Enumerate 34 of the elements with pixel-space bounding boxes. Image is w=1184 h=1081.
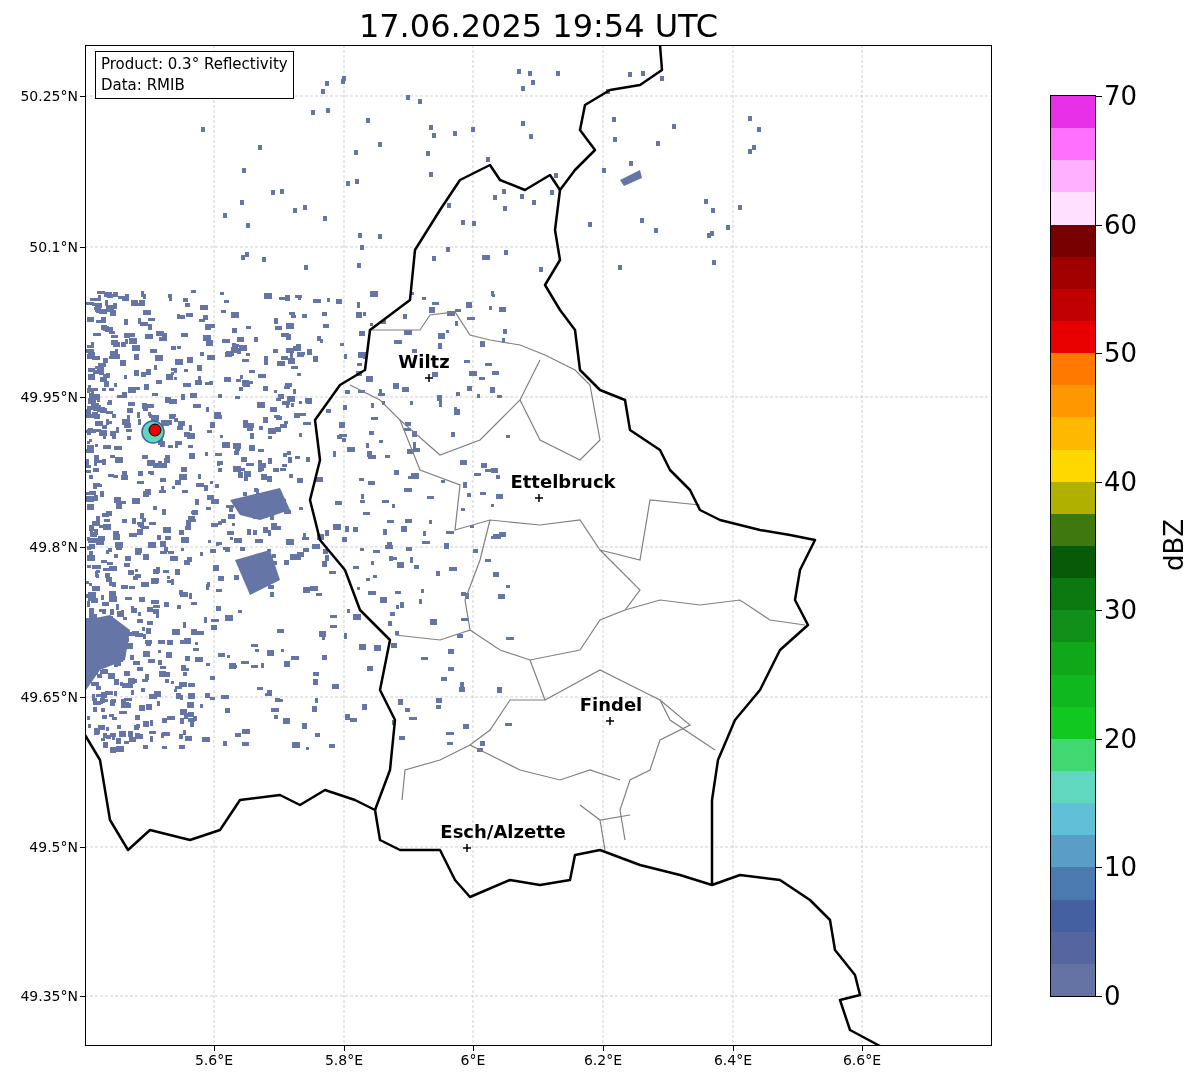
colorbar-tick-label: 10 xyxy=(1104,852,1138,883)
radar-site-icon xyxy=(141,420,165,444)
axis-tick-label: 49.65°N xyxy=(19,688,78,706)
colorbar-tick-label: 70 xyxy=(1104,81,1138,111)
axis-tick-label: 49.8°N xyxy=(28,538,78,556)
city-label: Esch/Alzette xyxy=(440,821,566,842)
axis-tick-label: 6°E xyxy=(459,1051,487,1069)
city-marker-icon xyxy=(605,716,615,726)
axis-tick-label: 49.95°N xyxy=(19,388,78,406)
axis-tick-label: 5.8°E xyxy=(323,1051,365,1069)
axis-tick-label: 6.4°E xyxy=(712,1051,754,1069)
chart-title: 17.06.2025 19:54 UTC xyxy=(357,6,720,47)
colorbar-tick-label: 20 xyxy=(1104,723,1138,754)
colorbar-label: dBZ xyxy=(1159,517,1184,574)
axis-tick-label: 6.6°E xyxy=(841,1051,883,1069)
info-text: Data: RMIB xyxy=(101,75,186,96)
colorbar-tick-label: 30 xyxy=(1104,595,1138,626)
city-label: Ettelbruck xyxy=(510,471,616,492)
axis-tick-label: 6.2°E xyxy=(582,1051,624,1069)
info-text: Product: 0.3° Reflectivity xyxy=(101,54,288,75)
city-marker-icon xyxy=(462,843,472,853)
city-marker-icon xyxy=(424,373,434,383)
colorbar-tick-label: 50 xyxy=(1104,338,1138,369)
city-label: Wiltz xyxy=(398,351,450,372)
axis-tick-label: 5.6°E xyxy=(193,1051,235,1069)
colorbar-tick-label: 40 xyxy=(1104,466,1138,497)
axis-tick-label: 49.35°N xyxy=(19,987,78,1005)
city-label: Findel xyxy=(579,694,643,715)
axis-tick-label: 50.25°N xyxy=(19,87,78,105)
colorbar-tick-label: 0 xyxy=(1104,981,1121,1011)
axis-tick-label: 50.1°N xyxy=(28,238,78,256)
city-marker-icon xyxy=(534,493,544,503)
axis-tick-label: 49.5°N xyxy=(28,838,78,856)
colorbar-tick-label: 60 xyxy=(1104,209,1138,240)
